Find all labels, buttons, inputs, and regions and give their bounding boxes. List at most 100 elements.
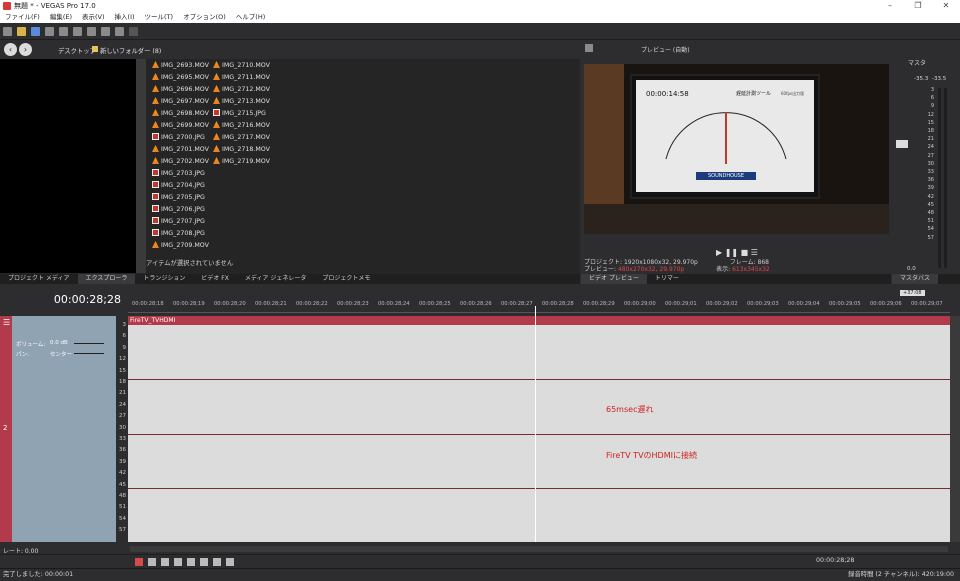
record-icon[interactable] [135,558,143,566]
master-scale-tick: 3 [930,87,934,93]
file-item[interactable]: IMG_2705.JPG [152,192,209,204]
tab-trimmer[interactable]: トリマー [647,274,687,284]
open-icon[interactable] [17,27,26,36]
file-item[interactable]: IMG_2696.MOV [152,84,209,96]
file-item[interactable]: IMG_2719.MOV [213,156,270,168]
file-item[interactable]: IMG_2700.JPG [152,132,209,144]
track-scale-tick: 3 [122,322,127,328]
track-menu-icon[interactable]: ☰ [3,318,10,327]
file-item[interactable]: IMG_2715.JPG [213,108,270,120]
file-item[interactable]: IMG_2702.MOV [152,156,209,168]
status-left: 完了しました: 00:00:01 [3,571,74,578]
new-icon[interactable] [3,27,12,36]
undo-icon[interactable] [115,27,124,36]
file-list-col1: IMG_2693.MOV IMG_2695.MOV IMG_2696.MOV IMG_… [152,60,209,252]
timeline-vscroll[interactable] [950,316,960,542]
file-item[interactable]: IMG_2713.MOV [213,96,270,108]
file-item[interactable]: IMG_2698.MOV [152,108,209,120]
preview-quality[interactable]: プレビュー (自動) [641,45,690,54]
stop-icon[interactable] [200,558,208,566]
video-frame: 00:00:14:58 遅延計測ツール 60fps出力版 SOUNDHOUSE [584,64,889,234]
menu-edit[interactable]: 編集(E) [45,12,77,23]
go-end-icon[interactable] [226,558,234,566]
file-item[interactable]: IMG_2699.MOV [152,120,209,132]
minimize-icon[interactable]: – [876,0,904,12]
go-start-icon[interactable] [213,558,221,566]
main-toolbar [0,23,960,40]
master-label: マスタ [908,60,927,67]
timeline-hscroll[interactable] [130,546,948,552]
tab-master-bus[interactable]: マスタバス [892,274,939,284]
file-name: IMG_2707.JPG [161,218,205,225]
time-ruler[interactable]: 00:00:28;18 00:00:28;19 00:00:28;20 00:00:2… [128,301,950,313]
play-icon[interactable] [174,558,182,566]
tree-scrollbar[interactable] [136,59,146,273]
tab-explorer[interactable]: エクスプローラ [77,274,136,284]
playhead[interactable] [535,306,536,542]
tab-media-generators[interactable]: メディア ジェネレータ [237,274,315,284]
video-file-icon [152,85,159,92]
play-from-start-icon[interactable] [161,558,169,566]
file-item[interactable]: IMG_2709.MOV [152,240,209,252]
maximize-icon[interactable]: ❐ [904,0,932,12]
menu-options[interactable]: オプション(O) [178,12,231,23]
save-icon[interactable] [31,27,40,36]
menu-view[interactable]: 表示(V) [77,12,110,23]
menu-help[interactable]: ヘルプ(H) [231,12,270,23]
pause-icon[interactable] [187,558,195,566]
ruler-tick-label: 00:00:29;02 [706,301,738,307]
file-item[interactable]: IMG_2703.JPG [152,168,209,180]
file-name: IMG_2693.MOV [161,62,209,69]
breadcrumb-folder[interactable]: 新しいフォルダー (8) [100,46,161,55]
title-bar: 無題 * - VEGAS Pro 17.0 – ❐ ✕ [0,0,960,12]
image-file-icon [152,133,159,140]
volume-slider[interactable] [74,343,104,344]
file-item[interactable]: IMG_2710.MOV [213,60,270,72]
render-icon[interactable] [45,27,54,36]
master-fader[interactable] [896,140,908,148]
file-item[interactable]: IMG_2707.JPG [152,216,209,228]
pan-slider[interactable] [74,353,104,354]
forward-icon[interactable]: › [19,43,32,56]
file-item[interactable]: IMG_2717.MOV [213,132,270,144]
file-item[interactable]: IMG_2712.MOV [213,84,270,96]
video-file-icon [152,109,159,116]
tab-project-media[interactable]: プロジェクト メディア [0,274,78,284]
copy-icon[interactable] [87,27,96,36]
paste-icon[interactable] [101,27,110,36]
file-name: IMG_2718.MOV [222,146,270,153]
properties-icon[interactable] [59,27,68,36]
folder-tree[interactable] [0,59,146,273]
master-level-l: -35.3 [914,76,929,82]
file-item[interactable]: IMG_2718.MOV [213,144,270,156]
tab-video-fx[interactable]: ビデオ FX [193,274,236,284]
menu-insert[interactable]: 挿入(I) [110,12,140,23]
breadcrumb-desktop[interactable]: デスクトップ [58,46,96,55]
file-item[interactable]: IMG_2704.JPG [152,180,209,192]
tab-video-preview[interactable]: ビデオ プレビュー [581,274,647,284]
file-item[interactable]: IMG_2695.MOV [152,72,209,84]
zoom-badge: +37:08 [900,290,925,296]
track-scale-tick: 21 [119,390,126,397]
redo-icon[interactable] [129,27,138,36]
gear-icon[interactable] [585,44,593,52]
back-icon[interactable]: ‹ [4,43,17,56]
audio-event-header[interactable]: FireTV_TVHDMI [128,316,950,325]
file-item[interactable]: IMG_2706.JPG [152,204,209,216]
track-body[interactable]: FireTV_TVHDMI 65msec遅れ FireTV TVのHDMIに接続 [128,316,950,542]
menu-tools[interactable]: ツール(T) [140,12,179,23]
menu-file[interactable]: ファイル(F) [0,12,45,23]
tab-project-notes[interactable]: プロジェクトメモ [314,274,378,284]
file-item[interactable]: IMG_2701.MOV [152,144,209,156]
file-item[interactable]: IMG_2708.JPG [152,228,209,240]
file-item[interactable]: IMG_2697.MOV [152,96,209,108]
preview-transport[interactable]: ▶ ❚❚ ■ ☰ [716,248,758,257]
loop-icon[interactable] [148,558,156,566]
tab-transitions[interactable]: トランジション [135,274,193,284]
file-item[interactable]: IMG_2693.MOV [152,60,209,72]
ruler-tick-label: 00:00:28;25 [419,301,451,307]
cut-icon[interactable] [73,27,82,36]
close-icon[interactable]: ✕ [932,0,960,12]
file-item[interactable]: IMG_2711.MOV [213,72,270,84]
file-item[interactable]: IMG_2716.MOV [213,120,270,132]
